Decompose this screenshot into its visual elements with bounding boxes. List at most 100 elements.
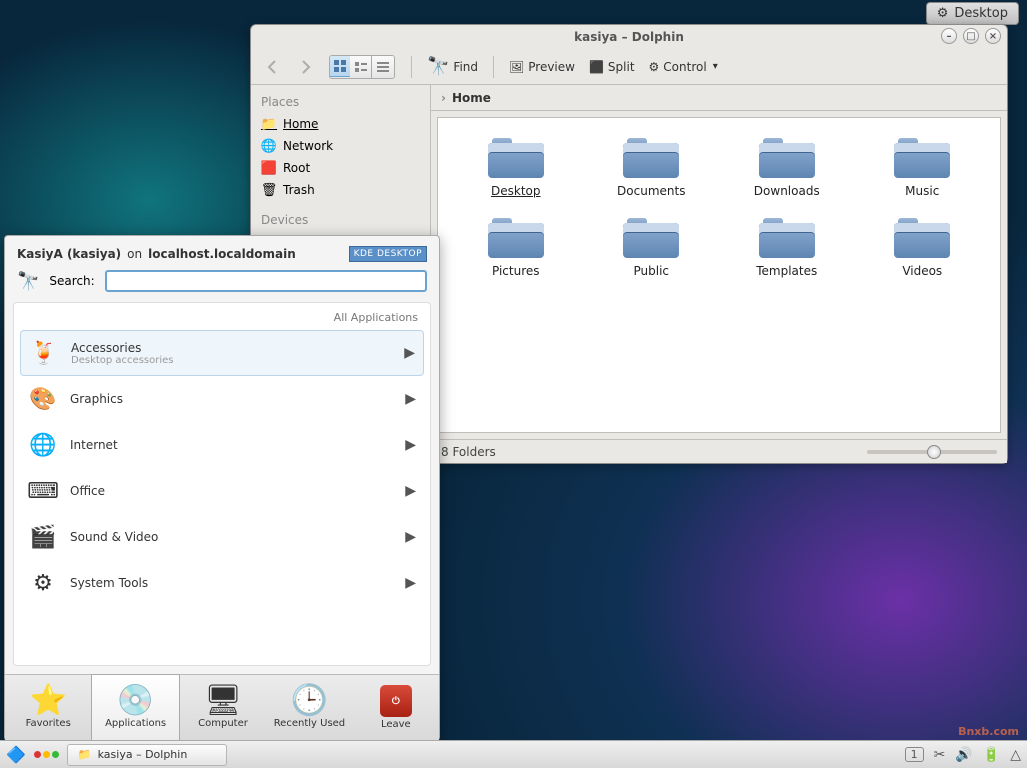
- kickoff-launcher[interactable]: 🔷: [6, 745, 26, 764]
- chevron-right-icon: ▶: [405, 575, 416, 591]
- user-name: KasiyA (kasiya): [17, 247, 121, 261]
- tray-expand-icon[interactable]: △: [1010, 747, 1021, 763]
- tab-applications[interactable]: 💿Applications: [91, 674, 179, 740]
- applications-icon: 💿: [117, 686, 154, 716]
- chevron-right-icon: ▶: [405, 529, 416, 545]
- trash-icon: 🗑: [261, 182, 277, 198]
- view-mode-group: [329, 55, 395, 79]
- separator: [411, 56, 412, 78]
- hostname: localhost.localdomain: [148, 247, 296, 261]
- category-internet[interactable]: 🌐 Internet ▶: [14, 422, 430, 468]
- clipboard-icon[interactable]: ✂: [934, 747, 946, 763]
- category-sound-video[interactable]: 🎬 Sound & Video ▶: [14, 514, 430, 560]
- activity-switcher[interactable]: [34, 751, 59, 758]
- kde-badge: KDE DESKTOP: [349, 246, 427, 262]
- close-button[interactable]: ×: [985, 28, 1001, 44]
- split-button[interactable]: ⬛Split: [584, 57, 640, 77]
- category-office[interactable]: ⌨ Office ▶: [14, 468, 430, 514]
- place-trash[interactable]: 🗑Trash: [251, 179, 430, 201]
- tab-leave[interactable]: ⏻Leave: [353, 675, 439, 740]
- places-header: Places: [251, 91, 430, 113]
- binoculars-icon: 🔭: [17, 271, 39, 292]
- tab-recently-used[interactable]: 🕒Recently Used: [266, 675, 352, 740]
- statusbar: 8 Folders: [431, 439, 1007, 463]
- split-icon: ⬛: [589, 60, 604, 74]
- chevron-down-icon: ▾: [713, 61, 718, 72]
- breadcrumb[interactable]: › Home: [431, 85, 1007, 111]
- folder-music[interactable]: Music: [855, 136, 991, 198]
- binoculars-icon: 🔭: [427, 56, 449, 77]
- internet-icon: 🌐: [28, 430, 58, 460]
- slider-knob[interactable]: [927, 445, 941, 459]
- toolbar: 🔭Find 🖼Preview ⬛Split ⚙Control▾: [251, 49, 1007, 85]
- preview-icon: 🖼: [509, 60, 524, 74]
- zoom-slider[interactable]: [867, 450, 997, 454]
- devices-header: Devices: [251, 209, 430, 231]
- search-input[interactable]: [105, 270, 427, 292]
- power-icon: ⏻: [380, 685, 412, 717]
- graphics-icon: 🎨: [28, 384, 58, 414]
- gear-icon: ⚙: [649, 60, 660, 74]
- chevron-right-icon: ›: [441, 91, 446, 105]
- battery-icon[interactable]: 🔋: [983, 747, 1000, 763]
- kickoff-tabs: ⭐Favorites 💿Applications 🖥Computer 🕒Rece…: [5, 674, 439, 740]
- applications-list: All Applications 🍹 AccessoriesDesktop ac…: [13, 302, 431, 666]
- compact-view-button[interactable]: [350, 56, 372, 78]
- category-accessories[interactable]: 🍹 AccessoriesDesktop accessories ▶: [20, 330, 424, 376]
- category-system-tools[interactable]: ⚙ System Tools ▶: [14, 560, 430, 606]
- folder-icon: [759, 136, 815, 178]
- file-grid[interactable]: Desktop Documents Downloads Music Pictur…: [437, 117, 1001, 433]
- category-graphics[interactable]: 🎨 Graphics ▶: [14, 376, 430, 422]
- plasma-toolbox[interactable]: ⚙ Desktop: [926, 2, 1019, 25]
- icons-view-button[interactable]: [329, 55, 351, 77]
- folder-documents[interactable]: Documents: [584, 136, 720, 198]
- office-icon: ⌨: [28, 476, 58, 506]
- chevron-right-icon: ▶: [405, 483, 416, 499]
- folder-videos[interactable]: Videos: [855, 216, 991, 278]
- toolbox-label: Desktop: [954, 6, 1008, 21]
- place-network[interactable]: 🌐Network: [251, 135, 430, 157]
- breadcrumb-home[interactable]: Home: [452, 91, 491, 105]
- system-tray: 1 ✂ 🔊 🔋 △: [905, 747, 1021, 763]
- maximize-button[interactable]: □: [963, 28, 979, 44]
- task-dolphin[interactable]: 📁 kasiya – Dolphin: [67, 744, 227, 766]
- details-view-button[interactable]: [372, 56, 394, 78]
- dot-icon: [52, 751, 59, 758]
- minimize-button[interactable]: –: [941, 28, 957, 44]
- folder-downloads[interactable]: Downloads: [719, 136, 855, 198]
- folder-pictures[interactable]: Pictures: [448, 216, 584, 278]
- tab-computer[interactable]: 🖥Computer: [180, 675, 266, 740]
- watermark: Bnxb.com: [958, 725, 1019, 738]
- control-button[interactable]: ⚙Control▾: [644, 57, 723, 77]
- chevron-right-icon: ▶: [404, 345, 415, 361]
- system-icon: ⚙: [28, 568, 58, 598]
- folder-icon: [488, 216, 544, 258]
- star-icon: ⭐: [30, 686, 67, 716]
- find-button[interactable]: 🔭Find: [422, 53, 483, 80]
- home-folder-icon: 📁: [261, 116, 277, 132]
- folder-public[interactable]: Public: [584, 216, 720, 278]
- folder-icon: [759, 216, 815, 258]
- applications-header: All Applications: [14, 303, 430, 330]
- forward-button[interactable]: [291, 55, 319, 79]
- folder-desktop[interactable]: Desktop: [448, 136, 584, 198]
- volume-icon[interactable]: 🔊: [955, 747, 972, 763]
- back-button[interactable]: [259, 55, 287, 79]
- folder-icon: [894, 136, 950, 178]
- folder-templates[interactable]: Templates: [719, 216, 855, 278]
- accessories-icon: 🍹: [29, 338, 59, 368]
- taskbar: 🔷 📁 kasiya – Dolphin 1 ✂ 🔊 🔋 △: [0, 740, 1027, 768]
- titlebar[interactable]: kasiya – Dolphin – □ ×: [251, 25, 1007, 49]
- dolphin-icon: 📁: [78, 748, 92, 761]
- pager[interactable]: 1: [905, 747, 924, 762]
- folder-icon: [488, 136, 544, 178]
- tab-favorites[interactable]: ⭐Favorites: [5, 675, 91, 740]
- kickoff-header: KasiyA (kasiya) on localhost.localdomain…: [5, 236, 439, 270]
- folder-icon: [623, 136, 679, 178]
- place-root[interactable]: 🟥Root: [251, 157, 430, 179]
- chevron-right-icon: ▶: [405, 391, 416, 407]
- network-icon: 🌐: [261, 138, 277, 154]
- preview-button[interactable]: 🖼Preview: [504, 57, 580, 77]
- place-home[interactable]: 📁Home: [251, 113, 430, 135]
- dot-icon: [34, 751, 41, 758]
